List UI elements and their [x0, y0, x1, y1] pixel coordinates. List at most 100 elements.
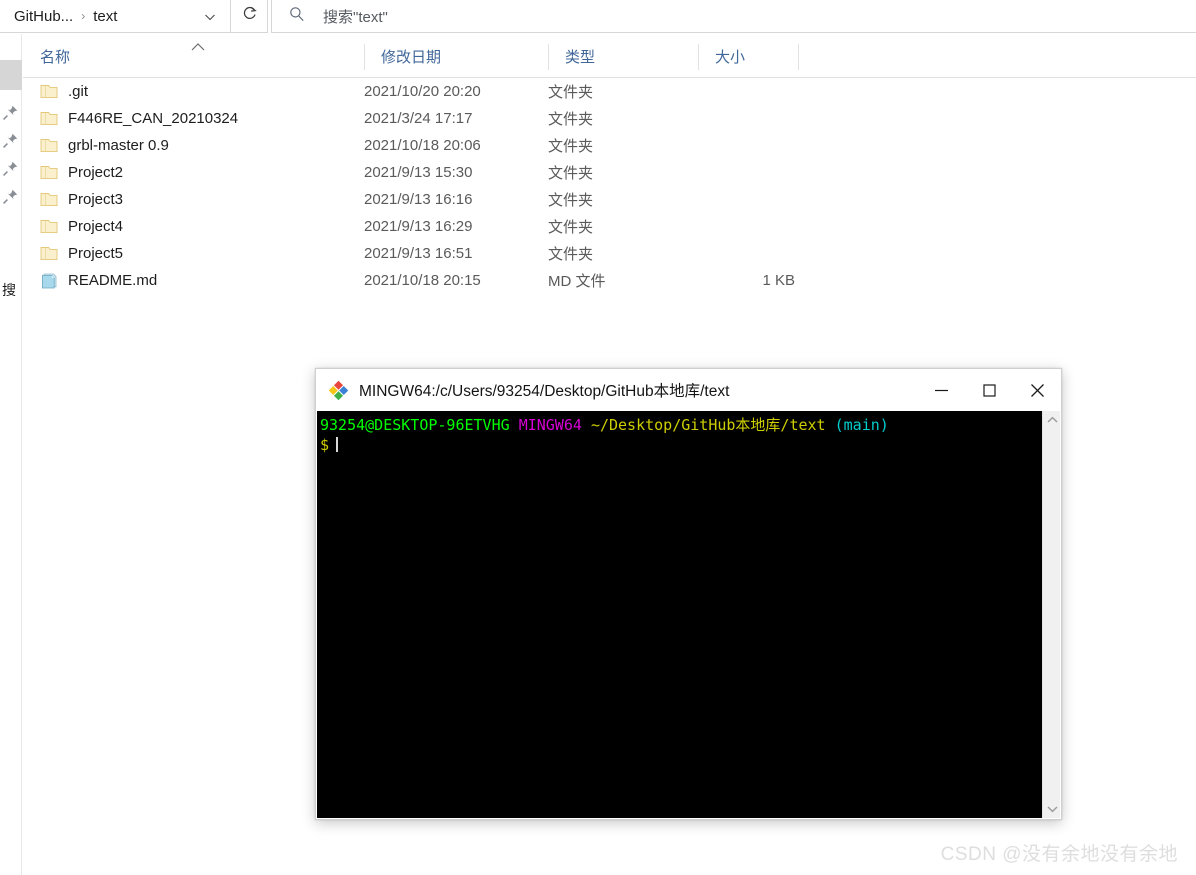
- folder-icon: [40, 137, 58, 154]
- file-name-cell[interactable]: F446RE_CAN_20210324: [40, 110, 238, 127]
- search-input[interactable]: 搜索"text": [271, 0, 521, 33]
- folder-icon: [40, 83, 58, 100]
- column-header-name[interactable]: 名称: [23, 34, 364, 78]
- prompt-path: ~/Desktop/GitHub本地库/text: [590, 416, 826, 434]
- table-row[interactable]: F446RE_CAN_20210324 2021/3/24 17:17 文件夹: [23, 105, 1196, 132]
- column-header-row: 名称 修改日期 类型 大小: [23, 34, 1196, 78]
- csdn-watermark: CSDN @没有余地没有余地: [940, 844, 1178, 865]
- folder-icon: [40, 218, 58, 235]
- file-name-label: F446RE_CAN_20210324: [68, 110, 239, 127]
- prompt-user-host: 93254@DESKTOP-96ETVHG: [320, 416, 510, 434]
- breadcrumb-current[interactable]: text: [93, 8, 117, 25]
- terminal-title-bar[interactable]: MINGW64:/c/Users/93254/Desktop/GitHub本地库…: [316, 369, 1061, 411]
- file-date-cell: 2021/3/24 17:17: [364, 110, 473, 127]
- mingw64-terminal-window[interactable]: MINGW64:/c/Users/93254/Desktop/GitHub本地库…: [315, 368, 1062, 820]
- table-row[interactable]: grbl-master 0.9 2021/10/18 20:06 文件夹: [23, 132, 1196, 159]
- toolbar-filler: [521, 0, 1196, 33]
- pin-icon[interactable]: [2, 132, 19, 149]
- table-row[interactable]: README.md 2021/10/18 20:15 MD 文件 1 KB: [23, 267, 1196, 294]
- file-type-cell: 文件夹: [548, 165, 594, 182]
- file-type-cell: 文件夹: [548, 219, 594, 236]
- folder-icon: [40, 245, 58, 262]
- table-row[interactable]: Project5 2021/9/13 16:51 文件夹: [23, 240, 1196, 267]
- file-type-cell: MD 文件: [548, 273, 606, 290]
- table-row[interactable]: .git 2021/10/20 20:20 文件夹: [23, 78, 1196, 105]
- prompt-space-2: [582, 416, 591, 434]
- pin-icon[interactable]: [2, 188, 19, 205]
- file-type-cell: 文件夹: [548, 246, 594, 263]
- column-header-label: 大小: [715, 48, 746, 66]
- file-name-label: grbl-master 0.9: [68, 137, 169, 154]
- prompt-branch: (main): [834, 416, 889, 434]
- close-button[interactable]: [1013, 369, 1061, 411]
- column-header-label: 类型: [565, 48, 596, 66]
- search-placeholder: 搜索"text": [323, 8, 388, 26]
- terminal-prompt-line: 93254@DESKTOP-96ETVHG MINGW64 ~/Desktop/…: [320, 415, 1044, 435]
- breadcrumb-root[interactable]: GitHub...: [14, 8, 73, 25]
- prompt-sigil: $: [320, 436, 330, 454]
- table-row[interactable]: Project2 2021/9/13 15:30 文件夹: [23, 159, 1196, 186]
- column-header-size[interactable]: 大小: [698, 34, 798, 78]
- navigation-pane-strip[interactable]: 搜: [0, 34, 22, 875]
- file-name-cell[interactable]: grbl-master 0.9: [40, 137, 169, 154]
- table-row[interactable]: Project3 2021/9/13 16:16 文件夹: [23, 186, 1196, 213]
- file-name-label: Project4: [68, 218, 124, 235]
- pin-icon[interactable]: [2, 104, 19, 121]
- terminal-output-area[interactable]: 93254@DESKTOP-96ETVHG MINGW64 ~/Desktop/…: [317, 411, 1044, 818]
- column-header-end-divider: [798, 34, 815, 78]
- explorer-toolbar: GitHub... › text 搜索"text": [0, 0, 1196, 34]
- minimize-button[interactable]: [917, 369, 965, 411]
- file-name-label: README.md: [68, 272, 158, 289]
- file-name-label: Project3: [68, 191, 124, 208]
- navigation-clipped-label[interactable]: 搜: [2, 280, 18, 300]
- file-size-cell: 1 KB: [762, 272, 795, 289]
- breadcrumb-separator: ›: [81, 9, 86, 23]
- caret-up-icon: [189, 40, 207, 52]
- folder-icon: [40, 164, 58, 181]
- file-name-cell[interactable]: Project4: [40, 218, 123, 235]
- prompt-space-3: [826, 416, 835, 434]
- chevron-down-icon[interactable]: [1043, 800, 1061, 818]
- file-type-cell: 文件夹: [548, 111, 594, 128]
- file-date-cell: 2021/9/13 15:30: [364, 164, 473, 181]
- file-list[interactable]: .git 2021/10/20 20:20 文件夹 F446RE_CAN_202103…: [23, 78, 1196, 294]
- column-header-date[interactable]: 修改日期: [364, 34, 548, 78]
- file-name-cell[interactable]: .git: [40, 83, 88, 100]
- chevron-down-icon[interactable]: [204, 10, 216, 22]
- address-bar[interactable]: GitHub... › text: [0, 0, 231, 33]
- folder-icon: [40, 110, 58, 127]
- file-date-cell: 2021/10/18 20:06: [364, 137, 481, 154]
- file-name-label: Project2: [68, 164, 124, 181]
- markdown-file-icon: [40, 272, 58, 289]
- pin-icon[interactable]: [2, 160, 19, 177]
- table-row[interactable]: Project4 2021/9/13 16:29 文件夹: [23, 213, 1196, 240]
- navigation-scrollbar-thumb[interactable]: [0, 60, 22, 90]
- file-type-cell: 文件夹: [548, 192, 594, 209]
- file-name-label: Project5: [68, 245, 124, 262]
- column-header-type[interactable]: 类型: [548, 34, 698, 78]
- window-controls: [917, 369, 1061, 411]
- terminal-scrollbar[interactable]: [1042, 411, 1060, 818]
- chevron-up-icon[interactable]: [1043, 411, 1061, 429]
- terminal-input-line[interactable]: $: [320, 435, 1044, 455]
- screen: GitHub... › text 搜索"text" 搜 名称 修改日期 类型 大…: [0, 0, 1196, 875]
- refresh-button[interactable]: [231, 0, 268, 33]
- file-date-cell: 2021/9/13 16:51: [364, 245, 473, 262]
- mingw-diamond-icon: [328, 380, 349, 401]
- folder-icon: [40, 191, 58, 208]
- file-type-cell: 文件夹: [548, 84, 594, 101]
- file-date-cell: 2021/9/13 16:29: [364, 218, 473, 235]
- file-name-cell[interactable]: Project3: [40, 191, 123, 208]
- file-name-cell[interactable]: README.md: [40, 272, 157, 289]
- refresh-icon: [241, 5, 258, 27]
- column-header-label: 修改日期: [381, 48, 442, 66]
- file-date-cell: 2021/10/18 20:15: [364, 272, 481, 289]
- maximize-button[interactable]: [965, 369, 1013, 411]
- terminal-title-text: MINGW64:/c/Users/93254/Desktop/GitHub本地库…: [359, 383, 730, 400]
- file-name-cell[interactable]: Project5: [40, 245, 123, 262]
- file-name-cell[interactable]: Project2: [40, 164, 123, 181]
- column-header-label: 名称: [40, 48, 71, 66]
- search-icon: [289, 6, 305, 27]
- file-name-label: .git: [68, 83, 89, 100]
- prompt-space-1: [510, 416, 519, 434]
